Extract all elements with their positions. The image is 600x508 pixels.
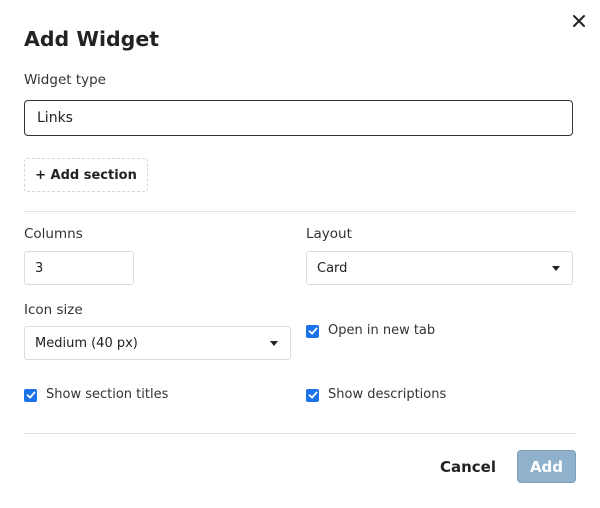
open-in-new-tab-label: Open in new tab — [328, 323, 436, 338]
icon-size-selected-value: Medium (40 px) — [35, 335, 138, 351]
layout-selected-value: Card — [317, 260, 348, 276]
layout-select[interactable]: Card — [306, 251, 573, 285]
open-in-new-tab-option[interactable]: Open in new tab — [306, 323, 435, 339]
add-section-button[interactable]: + Add section — [24, 158, 148, 192]
checkmark-icon — [308, 327, 317, 335]
checkmark-icon — [26, 391, 35, 399]
close-button[interactable] — [568, 10, 590, 32]
cancel-button[interactable]: Cancel — [432, 450, 504, 483]
show-descriptions-checkbox[interactable] — [306, 388, 319, 402]
show-section-titles-option[interactable]: Show section titles — [24, 387, 168, 403]
icon-size-label: Icon size — [24, 302, 83, 318]
widget-type-label: Widget type — [24, 72, 106, 88]
show-section-titles-label: Show section titles — [46, 387, 169, 402]
divider-top — [24, 211, 576, 212]
dialog-title: Add Widget — [24, 27, 160, 51]
open-in-new-tab-checkbox[interactable] — [306, 324, 319, 338]
chevron-down-icon — [270, 341, 278, 346]
show-section-titles-checkbox[interactable] — [24, 388, 37, 402]
layout-label: Layout — [306, 226, 352, 242]
icon-size-select[interactable]: Medium (40 px) — [24, 326, 291, 360]
columns-label: Columns — [24, 226, 83, 242]
checkmark-icon — [308, 391, 317, 399]
add-widget-dialog: Add Widget Widget type + Add section Col… — [0, 0, 600, 508]
show-descriptions-option[interactable]: Show descriptions — [306, 387, 446, 403]
show-descriptions-label: Show descriptions — [328, 387, 447, 402]
add-button[interactable]: Add — [517, 450, 576, 483]
widget-type-input[interactable] — [24, 100, 573, 136]
columns-input[interactable] — [24, 251, 134, 285]
divider-bottom — [24, 433, 576, 434]
close-icon — [573, 15, 585, 27]
chevron-down-icon — [552, 266, 560, 271]
